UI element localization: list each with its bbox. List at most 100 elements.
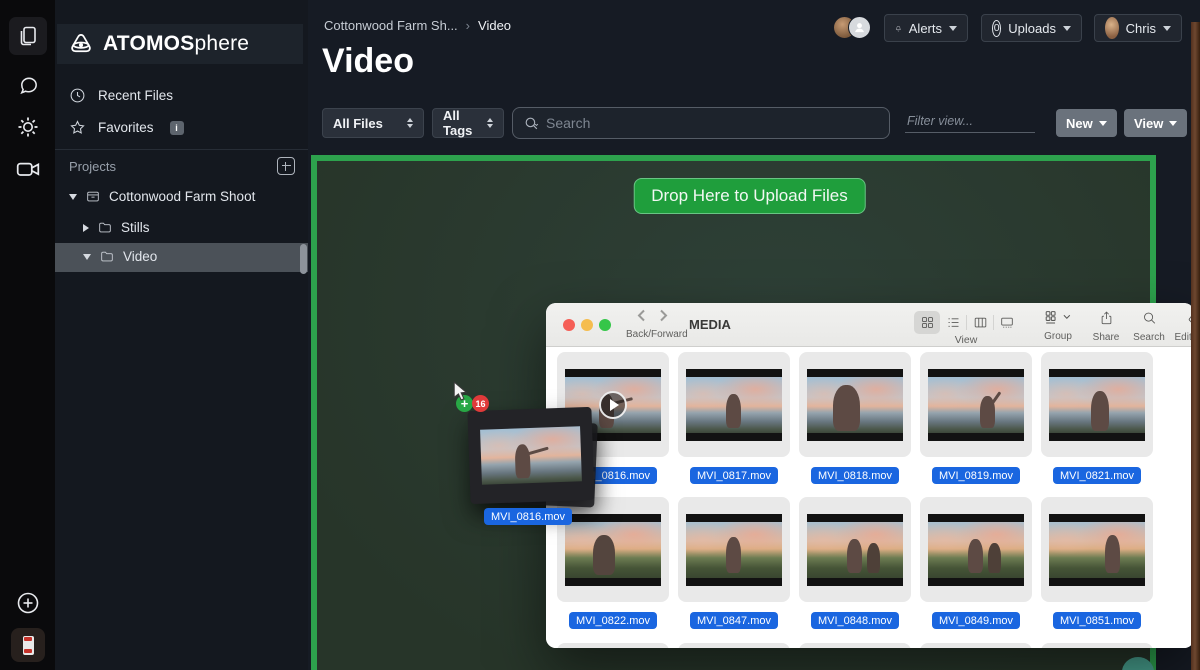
file-item[interactable]: MVI_0849.mov [920, 497, 1032, 629]
back-forward-control[interactable]: Back/Forward [626, 309, 682, 340]
avatar-placeholder[interactable] [848, 16, 871, 39]
file-name-pill[interactable]: MVI_0817.mov [690, 467, 778, 484]
zoom-traffic-light[interactable] [599, 319, 611, 331]
sidebar-scroll-handle[interactable] [300, 244, 307, 274]
sidebar-item-folder-stills[interactable]: Stills [83, 220, 150, 235]
thumbnail-figure [593, 535, 615, 575]
drag-count-badge: 16 [472, 395, 489, 412]
thumbnail-figure [833, 385, 860, 431]
chevron-down-icon[interactable] [69, 194, 77, 200]
sidebar-item-project-cottonwood[interactable]: Cottonwood Farm Shoot [69, 189, 255, 204]
columns-view-icon[interactable] [967, 311, 993, 334]
thumbnail-figure [726, 394, 741, 428]
add-project-button[interactable] [277, 157, 295, 175]
share-button[interactable]: Share [1087, 310, 1125, 343]
chevron-right-icon[interactable] [83, 224, 89, 232]
file-item[interactable]: MVI_0847.mov [678, 497, 790, 629]
sidebar-item-favorites[interactable]: Favorites i [69, 119, 184, 136]
camera-icon[interactable] [9, 150, 47, 188]
drag-ghost-file-pill: MVI_0816.mov [484, 508, 572, 525]
info-badge: i [170, 121, 184, 135]
projects-label: Projects [69, 159, 116, 174]
file-item-partial[interactable] [678, 643, 790, 648]
comments-icon[interactable] [9, 66, 47, 104]
files-icon[interactable] [9, 17, 47, 55]
new-button[interactable]: New [1056, 109, 1117, 137]
file-item-partial[interactable] [1041, 643, 1153, 648]
chevron-down-icon [1169, 121, 1177, 126]
breadcrumb-current[interactable]: Video [478, 18, 511, 33]
tag-filter-select[interactable]: All Tags [432, 108, 504, 138]
file-name-pill[interactable]: MVI_0818.mov [811, 467, 899, 484]
share-label: Share [1087, 332, 1125, 343]
file-name-pill[interactable]: MVI_0821.mov [1053, 467, 1141, 484]
play-icon[interactable] [599, 391, 627, 419]
search-input[interactable] [546, 115, 846, 131]
app-logo[interactable]: ATOMOSphere [57, 24, 303, 64]
finder-window[interactable]: Back/Forward MEDIA View [546, 303, 1194, 648]
file-filter-select[interactable]: All Files [322, 108, 424, 138]
file-name-pill[interactable]: MVI_0851.mov [1053, 612, 1141, 629]
search-box[interactable] [512, 107, 890, 139]
file-name-pill[interactable]: MVI_0847.mov [690, 612, 778, 629]
grid-view-icon[interactable] [914, 311, 940, 334]
file-item-partial[interactable] [920, 643, 1032, 648]
star-icon [69, 119, 86, 136]
group-icon [1044, 310, 1072, 325]
alerts-label: Alerts [909, 21, 942, 36]
app-logo-text: ATOMOSphere [103, 32, 249, 56]
back-forward-chevrons-icon[interactable] [634, 309, 674, 322]
sidebar-item-folder-video[interactable]: Video [83, 249, 157, 264]
chevron-down-icon [949, 26, 957, 31]
sidebar-item-recent-files[interactable]: Recent Files [69, 87, 173, 104]
file-item-partial[interactable] [799, 643, 911, 648]
thumbnail-figure [1091, 391, 1109, 431]
finder-titlebar[interactable]: Back/Forward MEDIA View [546, 303, 1194, 347]
uploads-label: Uploads [1008, 21, 1056, 36]
file-item-partial[interactable] [557, 643, 669, 648]
view-button[interactable]: View [1124, 109, 1187, 137]
breadcrumb-project[interactable]: Cottonwood Farm Sh... [324, 18, 458, 33]
file-name-pill[interactable]: MVI_0849.mov [932, 612, 1020, 629]
project-box-icon [85, 189, 101, 204]
file-item[interactable]: MVI_0851.mov [1041, 497, 1153, 629]
finder-window-title: MEDIA [689, 317, 731, 332]
add-icon[interactable] [9, 584, 47, 622]
app-stage: ATOMOSphere Recent Files Favorites i Pro… [0, 0, 1200, 670]
chevron-down-icon[interactable] [83, 254, 91, 260]
file-item[interactable]: MVI_0848.mov [799, 497, 911, 629]
file-item[interactable]: MVI_0821.mov [1041, 352, 1153, 484]
view-mode-segmented-control[interactable] [914, 311, 1020, 334]
user-menu-button[interactable]: Chris [1094, 14, 1182, 42]
file-item[interactable]: MVI_0819.mov [920, 352, 1032, 484]
group-button[interactable]: Group [1035, 310, 1081, 342]
user-name: Chris [1126, 21, 1156, 36]
file-item[interactable]: MVI_0818.mov [799, 352, 911, 484]
file-item[interactable]: MVI_0822.mov [557, 497, 669, 629]
minimize-traffic-light[interactable] [581, 319, 593, 331]
projects-header: Projects [69, 157, 295, 175]
thumbnail-figure [1105, 535, 1120, 573]
close-traffic-light[interactable] [563, 319, 575, 331]
thumbnail-figure [968, 539, 983, 573]
filter-view-input[interactable] [905, 110, 1035, 133]
filter-view-field[interactable] [905, 110, 1035, 133]
group-label: Group [1035, 331, 1081, 342]
search-label: Search [1128, 332, 1170, 343]
dropzone-hint-pill: Drop Here to Upload Files [633, 178, 866, 214]
person-icon [853, 21, 866, 34]
file-item[interactable]: MVI_0817.mov [678, 352, 790, 484]
file-name-pill[interactable]: MVI_0822.mov [569, 612, 657, 629]
folder-icon [97, 220, 113, 235]
capture-device-icon[interactable] [11, 628, 45, 662]
finder-search-button[interactable]: Search [1128, 310, 1170, 343]
gallery-view-icon[interactable] [994, 311, 1020, 334]
file-name-pill[interactable]: MVI_0819.mov [932, 467, 1020, 484]
alerts-button[interactable]: Alerts [884, 14, 968, 42]
settings-gear-icon[interactable] [9, 108, 47, 146]
device-glyph [23, 636, 34, 655]
uploads-button[interactable]: 0 Uploads [981, 14, 1082, 42]
file-name-pill[interactable]: MVI_0848.mov [811, 612, 899, 629]
thumbnail-figure-arm [525, 447, 549, 456]
list-view-icon[interactable] [940, 311, 966, 334]
